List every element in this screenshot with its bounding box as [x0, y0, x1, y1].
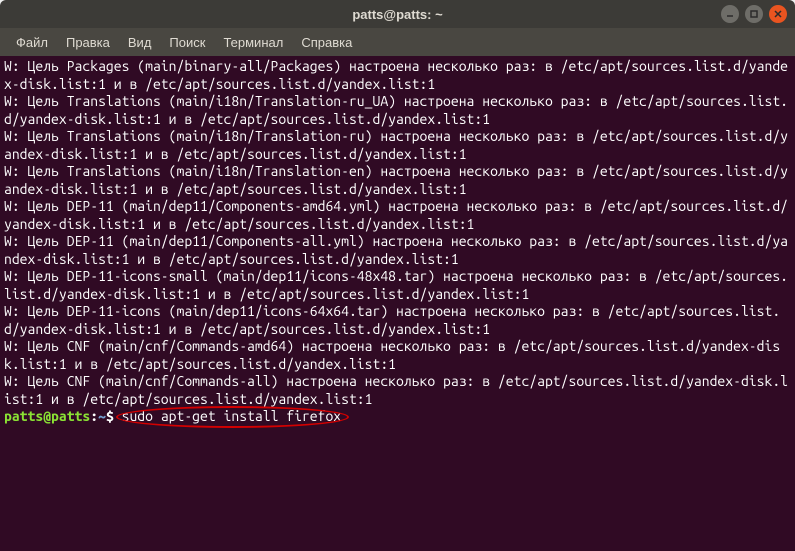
- prompt-line: patts@patts:~$ sudo apt-get install fire…: [4, 408, 791, 426]
- menu-bar: Файл Правка Вид Поиск Терминал Справка: [0, 28, 795, 56]
- terminal-output-line: W: Цель DEP-11-icons (main/dep11/icons-6…: [4, 303, 791, 338]
- terminal-output-line: W: Цель Translations (main/i18n/Translat…: [4, 128, 791, 163]
- terminal-window: patts@patts: ~ Файл Правка Вид Поиск Тер…: [0, 0, 795, 551]
- terminal-output-line: W: Цель Translations (main/i18n/Translat…: [4, 93, 791, 128]
- close-icon: [773, 9, 783, 19]
- minimize-button[interactable]: [721, 5, 739, 23]
- window-controls: [721, 5, 787, 23]
- terminal-output-line: W: Цель Translations (main/i18n/Translat…: [4, 163, 791, 198]
- terminal-output-line: W: Цель CNF (main/cnf/Commands-all) наст…: [4, 373, 791, 408]
- title-bar: patts@patts: ~: [0, 0, 795, 28]
- minimize-icon: [725, 9, 735, 19]
- menu-file[interactable]: Файл: [8, 31, 56, 54]
- terminal-output-line: W: Цель DEP-11-icons-small (main/dep11/i…: [4, 268, 791, 303]
- menu-search[interactable]: Поиск: [161, 31, 213, 54]
- prompt-colon: :: [90, 408, 98, 424]
- command-highlight: sudo apt-get install firefox: [122, 408, 342, 426]
- menu-help[interactable]: Справка: [293, 31, 360, 54]
- terminal-output-line: W: Цель DEP-11 (main/dep11/Components-am…: [4, 198, 791, 233]
- prompt-path: ~: [98, 408, 106, 424]
- terminal-output-line: W: Цель Packages (main/binary-all/Packag…: [4, 58, 791, 93]
- menu-view[interactable]: Вид: [120, 31, 160, 54]
- terminal-body[interactable]: W: Цель Packages (main/binary-all/Packag…: [0, 56, 795, 551]
- menu-edit[interactable]: Правка: [58, 31, 118, 54]
- terminal-output-line: W: Цель CNF (main/cnf/Commands-amd64) на…: [4, 338, 791, 373]
- maximize-icon: [749, 9, 759, 19]
- maximize-button[interactable]: [745, 5, 763, 23]
- prompt-dollar: $: [106, 408, 114, 424]
- menu-terminal[interactable]: Терминал: [215, 31, 291, 54]
- window-title: patts@patts: ~: [352, 7, 442, 22]
- close-button[interactable]: [769, 5, 787, 23]
- command-text: sudo apt-get install firefox: [122, 408, 342, 424]
- terminal-output-line: W: Цель DEP-11 (main/dep11/Components-al…: [4, 233, 791, 268]
- prompt-user-host: patts@patts: [4, 408, 90, 424]
